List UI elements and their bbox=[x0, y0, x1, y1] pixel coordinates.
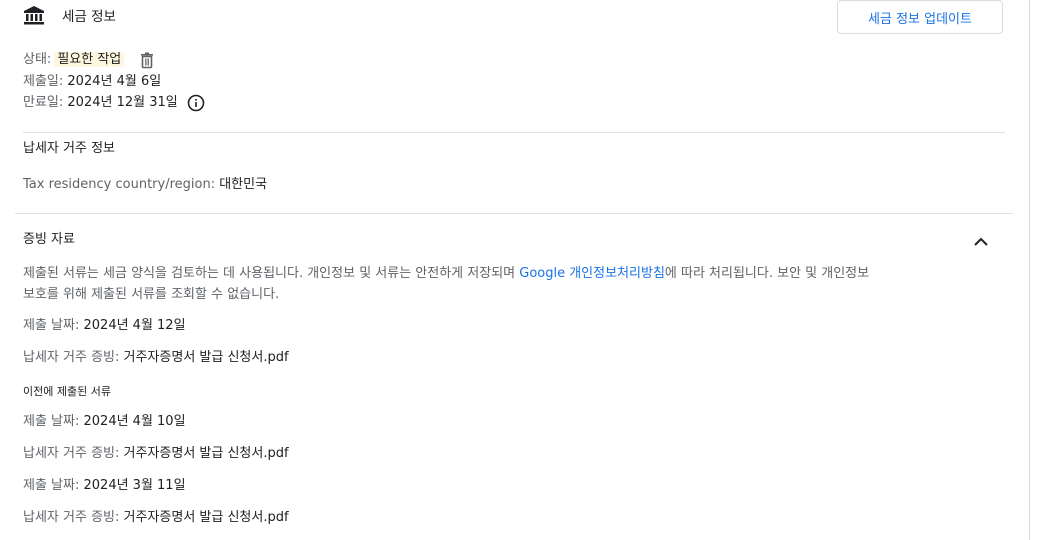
expiry-label: 만료일: bbox=[23, 95, 64, 110]
previous-submission-date: 제출 날짜: 2024년 4월 10일 bbox=[23, 412, 186, 432]
submitted-label: 제출일: bbox=[23, 74, 64, 89]
expiry-date-row: 만료일: 2024년 12월 31일 bbox=[23, 93, 205, 113]
status-row: 상태: 필요한 작업 bbox=[23, 50, 156, 70]
info-icon[interactable] bbox=[187, 94, 205, 112]
panel-right-border bbox=[1029, 0, 1030, 540]
submission-date-label: 제출 날짜: bbox=[23, 318, 80, 333]
status-badge: 필요한 작업 bbox=[54, 52, 125, 67]
chevron-up-icon[interactable] bbox=[972, 234, 990, 248]
proof-label: 납세자 거주 증빙: bbox=[23, 446, 120, 461]
tax-info-title: 세금 정보 bbox=[62, 9, 116, 25]
status-label: 상태: bbox=[23, 52, 52, 67]
divider bbox=[23, 132, 1005, 133]
submission-date-label: 제출 날짜: bbox=[23, 478, 80, 493]
previous-proof-row: 납세자 거주 증빙: 거주자증명서 발급 신청서.pdf bbox=[23, 508, 289, 528]
update-tax-info-button[interactable]: 세금 정보 업데이트 bbox=[837, 0, 1003, 34]
divider bbox=[15, 213, 1013, 214]
proof-label: 납세자 거주 증빙: bbox=[23, 350, 120, 365]
proof-label: 납세자 거주 증빙: bbox=[23, 510, 120, 525]
current-proof-row: 납세자 거주 증빙: 거주자증명서 발급 신청서.pdf bbox=[23, 348, 289, 368]
bank-icon bbox=[23, 4, 45, 26]
documents-desc-text: 제출된 서류는 세금 양식을 검토하는 데 사용됩니다. 개인정보 및 서류는 … bbox=[23, 266, 520, 281]
residency-country-label: Tax residency country/region: bbox=[23, 177, 216, 192]
documents-desc-text: 보호를 위해 제출된 서류를 조회할 수 없습니다. bbox=[23, 287, 280, 302]
previous-documents-title: 이전에 제출된 서류 bbox=[23, 385, 111, 398]
submitted-date-row: 제출일: 2024년 4월 6일 bbox=[23, 72, 161, 92]
proof-file: 거주자증명서 발급 신청서.pdf bbox=[123, 446, 289, 461]
documents-description: 제출된 서류는 세금 양식을 검토하는 데 사용됩니다. 개인정보 및 서류는 … bbox=[23, 263, 1003, 305]
submission-date-value: 2024년 3월 11일 bbox=[83, 478, 186, 493]
residency-title: 납세자 거주 정보 bbox=[23, 141, 115, 156]
expiry-value: 2024년 12월 31일 bbox=[67, 95, 178, 110]
current-submission-date: 제출 날짜: 2024년 4월 12일 bbox=[23, 316, 186, 336]
previous-submission-date: 제출 날짜: 2024년 3월 11일 bbox=[23, 476, 186, 496]
privacy-policy-link[interactable]: Google 개인정보처리방침 bbox=[519, 266, 665, 281]
documents-title: 증빙 자료 bbox=[23, 232, 75, 247]
previous-proof-row: 납세자 거주 증빙: 거주자증명서 발급 신청서.pdf bbox=[23, 444, 289, 464]
submission-date-value: 2024년 4월 12일 bbox=[83, 318, 186, 333]
residency-country-row: Tax residency country/region: 대한민국 bbox=[23, 175, 267, 195]
documents-desc-text: 에 따라 처리됩니다. 보안 및 개인정보 bbox=[664, 266, 870, 281]
submission-date-value: 2024년 4월 10일 bbox=[83, 414, 186, 429]
tax-info-header: 세금 정보 bbox=[23, 4, 116, 26]
submission-date-label: 제출 날짜: bbox=[23, 414, 80, 429]
proof-file: 거주자증명서 발급 신청서.pdf bbox=[123, 350, 289, 365]
residency-country-value: 대한민국 bbox=[219, 177, 268, 192]
submitted-value: 2024년 4월 6일 bbox=[67, 74, 162, 89]
trash-icon[interactable] bbox=[138, 51, 156, 69]
proof-file: 거주자증명서 발급 신청서.pdf bbox=[123, 510, 289, 525]
